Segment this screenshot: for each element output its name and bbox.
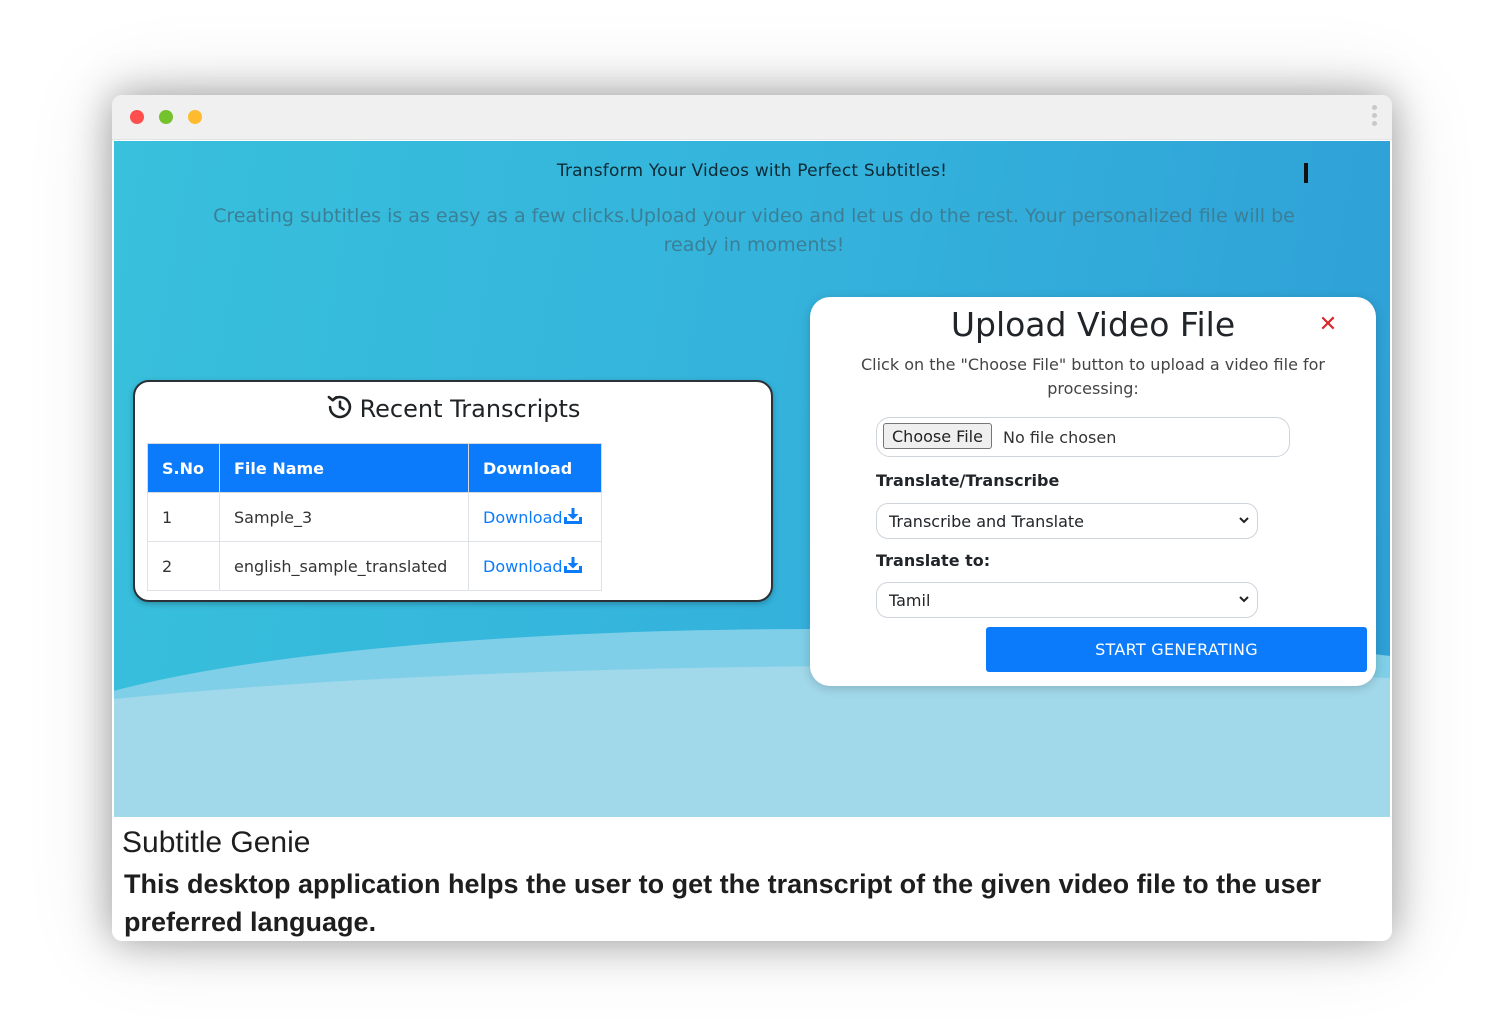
- target-language-select[interactable]: Tamil: [876, 582, 1258, 618]
- table-row: 1 Sample_3 Download: [147, 492, 602, 542]
- row-file-name: Sample_3: [219, 492, 469, 542]
- chevron-down-icon: [1239, 517, 1249, 524]
- recent-transcripts-card: Recent Transcripts S.No File Name Downlo…: [133, 380, 773, 602]
- kebab-menu-icon[interactable]: [1372, 105, 1378, 131]
- download-link-label: Download: [483, 556, 563, 576]
- download-icon: [563, 556, 582, 573]
- download-link[interactable]: Download: [483, 507, 583, 527]
- row-download-cell: Download: [468, 541, 602, 591]
- table-header-row: S.No File Name Download: [147, 443, 602, 493]
- column-header-download: Download: [468, 443, 602, 493]
- column-header-file-name: File Name: [219, 443, 469, 493]
- window-maximize-dot[interactable]: [159, 110, 173, 124]
- close-icon[interactable]: ✕: [1318, 314, 1338, 336]
- caption-title: Subtitle Genie: [122, 826, 311, 859]
- download-icon: [563, 507, 582, 524]
- row-sno: 2: [147, 541, 220, 591]
- caption-text: This desktop application helps the user …: [124, 869, 1322, 937]
- history-icon: [327, 395, 351, 419]
- row-file-name: english_sample_translated: [219, 541, 469, 591]
- background-wave-light: [114, 666, 1390, 817]
- row-download-cell: Download: [468, 492, 602, 542]
- window-close-dot[interactable]: [130, 110, 144, 124]
- table-row: 2 english_sample_translated Download: [147, 541, 602, 591]
- recent-transcripts-heading: Recent Transcripts: [135, 393, 771, 423]
- chevron-down-icon: [1239, 596, 1249, 603]
- transcripts-table: S.No File Name Download 1 Sample_3 Downl…: [147, 443, 602, 591]
- row-sno: 1: [147, 492, 220, 542]
- download-link[interactable]: Download: [483, 556, 583, 576]
- hero-title: Transform Your Videos with Perfect Subti…: [556, 161, 948, 181]
- recent-transcripts-title: Recent Transcripts: [359, 395, 581, 423]
- upload-video-card: Upload Video File ✕ Click on the "Choose…: [810, 297, 1376, 686]
- mode-label: Translate/Transcribe: [876, 471, 1060, 490]
- mode-select[interactable]: Transcribe and Translate: [876, 503, 1258, 539]
- file-input[interactable]: Choose File No file chosen: [876, 417, 1290, 457]
- window-minimize-dot[interactable]: [188, 110, 202, 124]
- window-titlebar: [112, 95, 1392, 140]
- text-cursor-icon: [1304, 163, 1308, 183]
- target-language-label: Translate to:: [876, 551, 991, 570]
- file-status-text: No file chosen: [1003, 428, 1117, 447]
- hero-subtitle: Creating subtitles is as easy as a few c…: [213, 205, 1295, 256]
- start-generating-button[interactable]: START GENERATING: [986, 627, 1367, 672]
- column-header-sno: S.No: [147, 443, 220, 493]
- target-language-value: Tamil: [889, 591, 931, 610]
- choose-file-button[interactable]: Choose File: [883, 423, 992, 449]
- upload-description: Click on the "Choose File" button to upl…: [860, 355, 1326, 398]
- download-link-label: Download: [483, 507, 563, 527]
- app-viewport: Transform Your Videos with Perfect Subti…: [114, 141, 1390, 817]
- upload-title: Upload Video File: [950, 305, 1236, 344]
- browser-window: Transform Your Videos with Perfect Subti…: [112, 95, 1392, 941]
- mode-select-value: Transcribe and Translate: [889, 512, 1085, 531]
